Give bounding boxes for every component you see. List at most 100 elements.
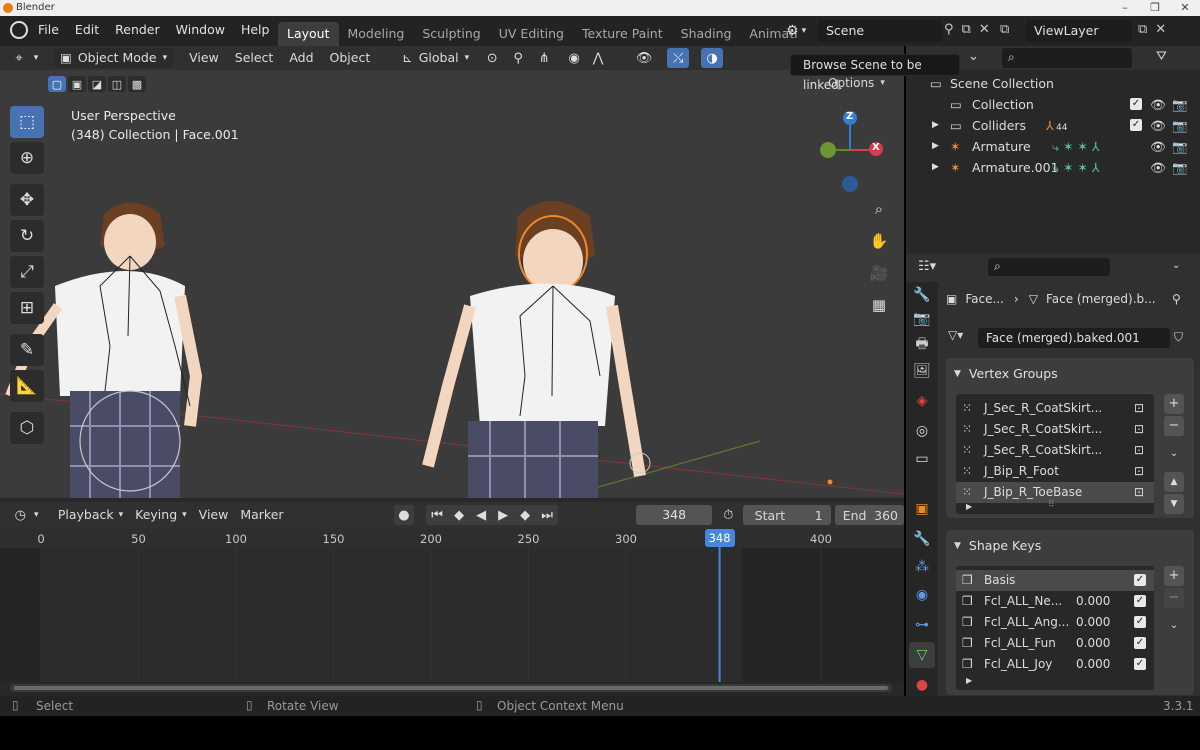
outliner-row-scene-collection[interactable]: ▭ Scene Collection [906,73,1200,94]
3d-viewport[interactable]: Z X ⌖ ▾ ▣ Object Mode ▾ View Select Add … [0,46,904,498]
camera-view-icon[interactable]: 🎥 [866,260,892,286]
render-tab-icon[interactable]: 📷 [909,306,935,332]
menu-window[interactable]: Window [168,19,233,41]
outliner-row-colliders[interactable]: ▶ ▭ Colliders ⅄ 44 ✓ 👁 📷 [906,115,1200,136]
keying-menu[interactable]: Keying ▾ [129,505,193,525]
filter-icon[interactable]: ⛛ [1156,49,1167,64]
start-frame-field[interactable]: Start 1 [742,505,831,525]
expand-arrow-icon[interactable]: ▶ [932,136,939,157]
falloff-icon[interactable]: ⋀ [587,48,609,68]
transform-tool-icon[interactable]: ⊞ [10,292,44,324]
physics-tab-icon[interactable]: ◉ [909,582,935,608]
lock-icon[interactable]: ⊡ [1134,482,1144,503]
clock-editor-icon[interactable]: ◷ [10,505,31,525]
view-layer-tab-icon[interactable]: 🖼 [909,358,935,384]
object-tab-icon[interactable]: ▣ [909,496,935,522]
camera-icon[interactable]: 📷 [1172,157,1188,178]
jump-end-icon[interactable]: ⏭ [536,505,558,525]
shape-key-value[interactable]: 0.000 [1076,654,1110,675]
eye-icon[interactable]: 👁 [1150,157,1166,178]
pivot-icon[interactable]: ⊙ [481,48,503,68]
gizmo-x-label[interactable]: X [872,142,880,153]
mode-selector[interactable]: ▣ Object Mode ▾ [54,48,174,68]
new-view-layer-icon[interactable]: ⧉ [1138,22,1147,37]
outliner-row-armature-001[interactable]: ▶ ✶ Armature.001 ⤷ ✶ ✶ ⅄ 👁 📷 [906,157,1200,178]
tool-tab-icon[interactable]: 🔧 [909,282,935,308]
pin-icon[interactable]: ⚲ [1172,292,1181,306]
particles-tab-icon[interactable]: ⁂ [909,554,935,580]
orientation-selector[interactable]: ⊾ Global ▾ [396,48,475,68]
shape-keys-header[interactable]: ▼ Shape Keys [954,538,1041,553]
camera-icon[interactable]: 📷 [1172,94,1188,115]
zoom-icon[interactable]: ⌕ [866,196,892,222]
shape-key-checkbox[interactable]: ✓ [1134,637,1146,649]
menu-edit[interactable]: Edit [67,19,107,41]
list-item[interactable]: ⁙ J_Sec_R_CoatSkirt... ⊡ [956,398,1154,419]
jump-start-icon[interactable]: ⏮ [426,505,448,525]
mesh-name-field[interactable]: Face (merged).baked.001 [978,328,1170,348]
menu-help[interactable]: Help [233,19,278,41]
properties-editor[interactable]: ☷▾ ⌕ ⌄ 🔧 📷 🖶 🖼 ◈ ◎ ▭ ▣ 🔧 ⁂ ◉ ⊶ ▽ ● ▣ Fac… [906,254,1200,699]
chevron-down-icon[interactable]: ▾ [30,48,42,68]
list-item[interactable]: ⁙ J_Bip_R_ToeBase ⊡ [956,482,1154,503]
pin-icon[interactable]: ⚲ [944,22,954,37]
move-up-icon[interactable]: ▲ [1164,472,1184,492]
tab-layout[interactable]: Layout [278,22,339,46]
eye-icon[interactable]: 👁 [1150,94,1166,115]
shape-key-checkbox[interactable]: ✓ [1134,595,1146,607]
end-frame-field[interactable]: End 360 [834,505,904,525]
visibility-icon[interactable]: 👁 [633,48,655,68]
fake-user-shield-icon[interactable]: ⛉ [1174,330,1183,345]
record-icon[interactable]: ● [393,505,415,525]
list-filter-arrow-icon[interactable]: ▶ [966,676,972,685]
collection-tab-icon[interactable]: ▭ [909,446,935,472]
select-new-icon[interactable]: ▢ [48,76,66,92]
list-item[interactable]: ❒ Fcl_ALL_Ang... 0.000 ✓ [956,612,1154,633]
gizmo-toggle-icon[interactable]: ⤯ [667,48,690,68]
menu-file[interactable]: File [30,19,67,41]
list-resize-grip-icon[interactable]: ⠿ [1048,500,1055,510]
select-subtract-icon[interactable]: ◪ [88,76,106,92]
list-item[interactable]: ❒ Fcl_ALL_Fun 0.000 ✓ [956,633,1154,654]
snap-icon[interactable]: ⚲ [507,48,529,68]
select-intersect-icon[interactable]: ▩ [128,76,146,92]
play-reverse-icon[interactable]: ◀ [470,505,492,525]
tab-shading[interactable]: Shading [672,22,741,46]
menu-add[interactable]: Add [283,48,319,68]
modifier-tab-icon[interactable]: 🔧 [909,526,935,552]
menu-render[interactable]: Render [107,19,168,41]
shape-key-value[interactable]: 0.000 [1076,591,1110,612]
scene-name-field[interactable]: Scene [818,20,942,42]
marker-menu[interactable]: Marker [234,505,289,525]
menu-select[interactable]: Select [229,48,280,68]
breadcrumb-mesh[interactable]: Face (merged).b... [1046,292,1156,306]
menu-object[interactable]: Object [324,48,377,68]
tab-texture-paint[interactable]: Texture Paint [573,22,672,46]
camera-icon[interactable]: 📷 [1172,115,1188,136]
list-filter-arrow-icon[interactable]: ▶ [966,502,972,511]
list-item[interactable]: ⁙ J_Sec_R_CoatSkirt... ⊡ [956,440,1154,461]
lock-icon[interactable]: ⊡ [1134,419,1144,440]
remove-shape-key-button[interactable]: − [1164,588,1184,608]
list-item[interactable]: ❒ Fcl_ALL_Joy 0.000 ✓ [956,654,1154,675]
mesh-browse-icon[interactable]: ▽▾ [948,328,963,342]
add-shape-key-button[interactable]: + [1164,566,1184,586]
shape-key-checkbox[interactable]: ✓ [1134,574,1146,586]
expand-arrow-icon[interactable]: ▶ [932,157,939,178]
maximize-icon[interactable]: ❐ [1140,0,1170,16]
outliner[interactable]: ⌄ ⌕ ⛛ ▭ Scene Collection ▭ Collection ✓ … [906,46,1200,254]
jump-keyframe-back-icon[interactable]: ◆ [448,505,470,525]
shape-key-checkbox[interactable]: ✓ [1134,616,1146,628]
play-icon[interactable]: ▶ [492,505,514,525]
playback-menu[interactable]: Playback ▾ [52,505,129,525]
measure-tool-icon[interactable]: 📐 [10,370,44,402]
select-invert-icon[interactable]: ◫ [108,76,126,92]
mesh-data-tab-icon[interactable]: ▽ [909,642,935,668]
move-tool-icon[interactable]: ✥ [10,184,44,216]
options-chevron-icon[interactable]: ⌄ [1172,260,1180,271]
output-tab-icon[interactable]: 🖶 [909,332,935,358]
timeline-view-menu[interactable]: View [193,505,235,525]
delete-scene-icon[interactable]: ✕ [979,22,990,37]
cursor-tool-icon[interactable]: ⊕ [10,142,44,174]
blender-menu-icon[interactable] [10,21,28,39]
